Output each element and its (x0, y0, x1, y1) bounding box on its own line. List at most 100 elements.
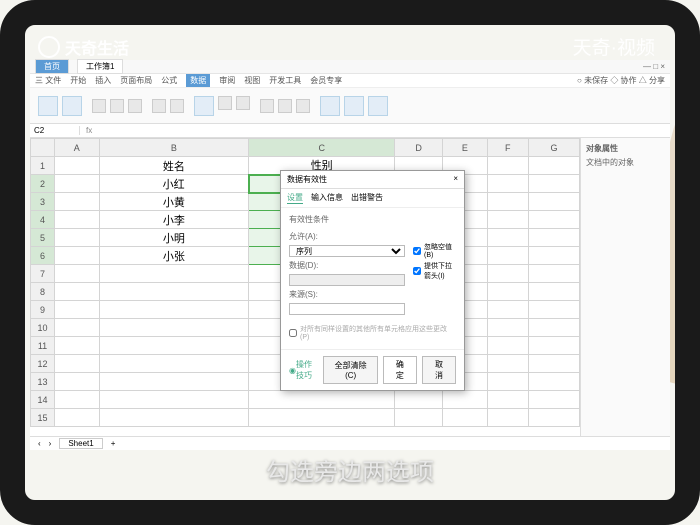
col-header[interactable]: D (395, 139, 443, 157)
cell[interactable] (528, 247, 579, 265)
cell[interactable] (55, 157, 100, 175)
row-header[interactable]: 9 (31, 301, 55, 319)
cell[interactable] (528, 211, 579, 229)
row-header[interactable]: 4 (31, 211, 55, 229)
cell[interactable]: 小李 (99, 211, 248, 229)
row-header[interactable]: 3 (31, 193, 55, 211)
col-header[interactable]: B (99, 139, 248, 157)
cell[interactable] (528, 283, 579, 301)
ribbon-icon[interactable] (194, 96, 214, 116)
cell[interactable] (55, 283, 100, 301)
source-input[interactable] (289, 303, 405, 315)
cell[interactable] (395, 391, 443, 409)
cell[interactable] (395, 409, 443, 427)
ribbon-icon[interactable] (368, 96, 388, 116)
help-link[interactable]: ◉ 操作技巧 (289, 356, 318, 384)
ignore-blank-checkbox[interactable] (413, 247, 421, 255)
cell[interactable] (487, 355, 528, 373)
col-header[interactable]: G (528, 139, 579, 157)
ribbon-icon[interactable] (236, 96, 250, 110)
clear-all-button[interactable]: 全部清除(C) (323, 356, 378, 384)
cell[interactable] (487, 301, 528, 319)
apply-all-checkbox[interactable] (289, 329, 297, 337)
row-header[interactable]: 8 (31, 283, 55, 301)
cell[interactable] (487, 247, 528, 265)
menu-member[interactable]: 会员专享 (310, 75, 342, 86)
ribbon-icon[interactable] (128, 99, 142, 113)
cell[interactable] (528, 301, 579, 319)
cell[interactable] (55, 193, 100, 211)
menu-review[interactable]: 审阅 (219, 75, 235, 86)
cell[interactable] (487, 211, 528, 229)
cell[interactable] (487, 337, 528, 355)
cell[interactable] (528, 355, 579, 373)
menu-insert[interactable]: 插入 (95, 75, 111, 86)
ribbon-icon[interactable] (152, 99, 166, 113)
row-header[interactable]: 11 (31, 337, 55, 355)
cell[interactable] (99, 265, 248, 283)
cell[interactable] (99, 391, 248, 409)
cell[interactable] (99, 373, 248, 391)
ribbon-icon[interactable] (296, 99, 310, 113)
cell[interactable] (443, 391, 488, 409)
cell[interactable] (528, 373, 579, 391)
ribbon-icon[interactable] (344, 96, 364, 116)
cell[interactable] (528, 229, 579, 247)
dialog-tab-error[interactable]: 出错警告 (351, 192, 383, 204)
sheet-nav-icon[interactable]: ‹ (38, 439, 41, 448)
row-header[interactable]: 1 (31, 157, 55, 175)
menu-file[interactable]: 三 文件 (35, 75, 61, 86)
cell[interactable] (487, 409, 528, 427)
menu-home[interactable]: 开始 (70, 75, 86, 86)
dialog-tab-input[interactable]: 输入信息 (311, 192, 343, 204)
cell[interactable] (99, 337, 248, 355)
cell[interactable] (528, 265, 579, 283)
cell[interactable] (55, 301, 100, 319)
cell[interactable] (443, 409, 488, 427)
cell[interactable] (99, 409, 248, 427)
row-header[interactable]: 10 (31, 319, 55, 337)
col-header[interactable]: E (443, 139, 488, 157)
cell[interactable] (55, 247, 100, 265)
cell[interactable]: 小张 (99, 247, 248, 265)
ribbon-icon[interactable] (260, 99, 274, 113)
cell[interactable] (487, 229, 528, 247)
cell[interactable] (55, 391, 100, 409)
col-header[interactable]: C (249, 139, 395, 157)
cell[interactable] (55, 409, 100, 427)
ribbon-icon[interactable] (278, 99, 292, 113)
cell[interactable] (528, 391, 579, 409)
name-box[interactable]: C2 (30, 126, 80, 135)
row-header[interactable]: 7 (31, 265, 55, 283)
menu-devtools[interactable]: 开发工具 (269, 75, 301, 86)
corner-cell[interactable] (31, 139, 55, 157)
col-header[interactable]: A (55, 139, 100, 157)
cell[interactable] (528, 157, 579, 175)
cell[interactable] (55, 355, 100, 373)
cell[interactable] (99, 301, 248, 319)
cell[interactable] (55, 319, 100, 337)
cell[interactable] (487, 265, 528, 283)
row-header[interactable]: 2 (31, 175, 55, 193)
dialog-tab-settings[interactable]: 设置 (287, 192, 303, 204)
cell[interactable] (528, 409, 579, 427)
col-header[interactable]: F (487, 139, 528, 157)
tab-workbook[interactable]: 工作簿1 (77, 59, 123, 74)
cell[interactable]: 小明 (99, 229, 248, 247)
fx-label[interactable]: fx (80, 126, 98, 135)
cell[interactable] (487, 193, 528, 211)
allow-select[interactable]: 序列 (289, 245, 405, 257)
row-header[interactable]: 13 (31, 373, 55, 391)
dropdown-checkbox[interactable] (413, 267, 421, 275)
cell[interactable] (487, 391, 528, 409)
row-header[interactable]: 6 (31, 247, 55, 265)
cell[interactable] (249, 409, 395, 427)
row-header[interactable]: 15 (31, 409, 55, 427)
cell[interactable] (487, 373, 528, 391)
cell[interactable] (55, 175, 100, 193)
cell[interactable] (528, 337, 579, 355)
cell[interactable] (487, 283, 528, 301)
ribbon-icon[interactable] (38, 96, 58, 116)
cell[interactable] (55, 211, 100, 229)
cell[interactable]: 姓名 (99, 157, 248, 175)
